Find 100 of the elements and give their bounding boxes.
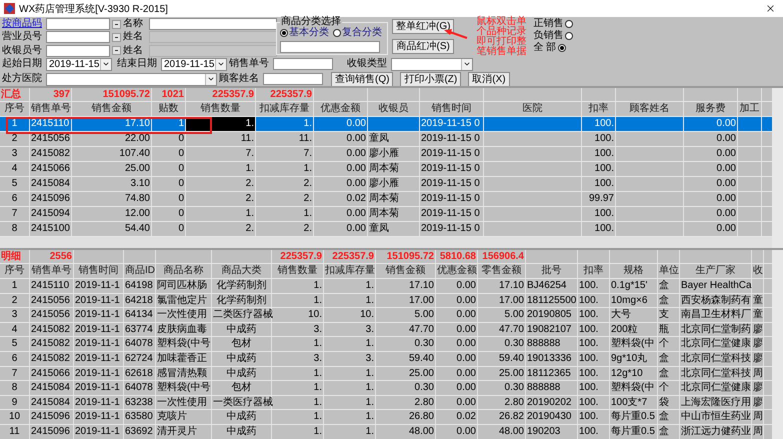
table-cell: 南昌卫生材料厂 [680, 308, 752, 322]
table-row[interactable]: 4 2415082 2019-11-1 63774 皮肤病血毒 中成药 3. 3. 47.70 0.00 47.70 19082107 100. 200粒 瓶 北京同仁堂制药 廖 [0, 322, 772, 338]
table-cell: 1. [186, 207, 256, 221]
table-row[interactable]: 5 2415082 2019-11-1 64078 塑料袋(中号 包材 1. 1. 0.30 0.00 0.30 888888 100. 塑料袋(中 个 北京同仁堂健康 廖 [0, 337, 772, 352]
table-row[interactable]: 6 2415096 74.80 0 2. 2. 0.02 周本菊 2019-11-15 0 99.97 0.00 [0, 192, 772, 207]
table-row[interactable]: 9 2415084 2019-11-1 63238 一次性使用 一类医疗器械 1. 1. 2.80 0.00 2.80 20190202 100. 100支*7 袋 上海宏隆医疗用 廖 [0, 396, 772, 410]
column-header[interactable]: 商品名称 [156, 264, 212, 278]
radio-button[interactable] [333, 28, 341, 36]
table-row[interactable]: 1 2415110 17.10 1 1. 1. 0.00 2019-11-15 0 100. 0.00 [0, 117, 772, 132]
column-header[interactable]: 顾客姓名 [616, 102, 684, 116]
table-cell: 包材 [212, 381, 272, 395]
table-row[interactable]: 7 2415066 2019-11-1 62618 感冒清热颗 中成药 1. 1. 25.00 0.00 25.00 18112365 100. 12g*10 盒 北京同仁堂科技 周 [0, 366, 772, 382]
table-cell: 888888 [526, 381, 578, 395]
table-cell: 2 [0, 294, 30, 308]
column-header[interactable]: 销售单号 [30, 102, 72, 116]
column-header[interactable]: 销售数量 [272, 264, 324, 278]
input-field[interactable] [280, 41, 380, 53]
column-header[interactable]: 销售数量 [186, 102, 256, 116]
table-cell: 廖 [752, 381, 764, 395]
column-header[interactable]: 服务费 [684, 102, 738, 116]
action-button[interactable]: 查询销售(Q) [331, 72, 394, 86]
table-cell: 1. [272, 366, 324, 380]
table-row[interactable]: 2 2415056 2019-11-1 64218 氯雷他定片 化学药制剂 1. 1. 17.00 0.00 17.00 181125500 100. 10mg×6 盒 西安杨森制药有 童 [0, 294, 772, 308]
table-cell: 100. [578, 322, 610, 336]
table-row[interactable]: 8 2415084 2019-11-1 64078 塑料袋(中号 包材 1. 1. 0.30 0.00 0.30 888888 100. 塑料袋(中 个 北京同仁堂健康 廖 [0, 381, 772, 396]
column-header[interactable]: 批号 [526, 264, 578, 278]
dropdown-field[interactable] [391, 58, 473, 70]
table-cell: 2.80 [376, 396, 436, 410]
table-row[interactable]: 2 2415056 22.00 0 11. 11. 0.00 童凤 2019-11-15 0 100. 0.00 [0, 132, 772, 147]
close-icon [764, 3, 776, 14]
field-link[interactable]: 按商品码 [2, 18, 44, 30]
table-cell: 2019-11-1 [74, 337, 124, 351]
table-row[interactable]: 6 2415082 2019-11-1 62724 加味藿香正 中成药 3. 3. 59.40 0.00 59.40 19013336 100. 9g*10丸 盒 北京同仁堂科技 廖 [0, 352, 772, 367]
table-cell: 瓶 [658, 322, 680, 336]
column-header[interactable]: 商品大类 [212, 264, 272, 278]
column-header[interactable]: 规格 [610, 264, 658, 278]
column-header[interactable]: 收银员 [368, 102, 420, 116]
input-field[interactable] [46, 31, 110, 44]
radio-button[interactable] [565, 20, 574, 28]
table-cell: 0.30 [376, 381, 436, 395]
column-header[interactable]: 序号 [0, 264, 30, 278]
column-header[interactable]: 序号 [0, 102, 30, 116]
vertical-scrollbar[interactable] [772, 250, 783, 439]
table-row[interactable]: 5 2415084 3.10 0 2. 2. 0.00 廖小雁 2019-11-15 0 100. 0.00 [0, 177, 772, 192]
radio-button[interactable] [280, 28, 288, 36]
input-field[interactable] [263, 73, 323, 85]
table-cell: 周本菊 [368, 162, 420, 176]
table-row[interactable]: 7 2415094 12.00 0 1. 1. 0.00 周本菊 2019-11-15 0 100. 0.00 [0, 207, 772, 222]
table-row[interactable]: 8 2415100 54.40 0 2. 2. 0.00 童凤 2019-11-15 0 100. 0.00 [0, 222, 772, 237]
column-header[interactable]: 扣减库存量 [324, 264, 376, 278]
table-cell: 一次性使用 [156, 308, 212, 322]
dropdown-field[interactable] [46, 72, 217, 86]
table-cell: 25.00 [72, 162, 152, 176]
column-header[interactable]: 销售时间 [74, 264, 124, 278]
input-field[interactable] [273, 58, 333, 70]
column-header[interactable]: 扣率 [578, 264, 610, 278]
table-cell: 18112365 [526, 366, 578, 380]
column-header[interactable]: 收 [752, 264, 764, 278]
vertical-scrollbar[interactable] [772, 88, 783, 248]
action-button[interactable]: 取消(X) [468, 72, 510, 86]
column-header[interactable]: 加工 [738, 102, 762, 116]
action-button[interactable]: 打印小票(Z) [400, 72, 462, 86]
column-header[interactable]: 生产厂家 [680, 264, 752, 278]
table-cell: 中成药 [212, 366, 272, 380]
column-header[interactable]: 销售时间 [420, 102, 484, 116]
column-header[interactable]: 单位 [658, 264, 680, 278]
column-header[interactable]: 零售金额 [478, 264, 526, 278]
table-cell: 2415096 [30, 424, 74, 439]
table-cell: 6 [0, 192, 30, 206]
column-header[interactable]: 优惠金额 [314, 102, 368, 116]
column-header[interactable]: 销售单号 [30, 264, 74, 278]
table-row[interactable]: 3 2415082 107.40 0 7. 7. 0.00 廖小雁 2019-11-15 0 100. 0.00 [0, 147, 772, 162]
reversal-button[interactable]: 商品红冲(S) [392, 39, 454, 54]
table-cell: 塑料袋(中号 [156, 337, 212, 351]
total-value: 225357.9 [186, 88, 256, 101]
table-cell: 25.00 [478, 366, 526, 380]
column-header[interactable]: 商品ID [124, 264, 156, 278]
input-field[interactable] [46, 44, 110, 57]
input-field[interactable] [149, 18, 277, 30]
table-row[interactable]: 3 2415056 2019-11-1 64134 一次性使用 二类医疗器械 10. 10. 5.00 0.00 5.00 20190805 100. 大号 支 南昌卫生材料厂 童 [0, 308, 772, 323]
table-row[interactable]: 1 2415110 2019-11-1 64198 阿司匹林肠 化学药制剂 1. 1. 17.10 0.00 17.10 BJ46254 100. 0.1g*15' 盒 Bayer HealthCa [0, 279, 772, 294]
column-header[interactable]: 贴数 [152, 102, 186, 116]
reversal-button[interactable]: 整单红冲(G) [392, 19, 454, 34]
column-header[interactable]: 扣率 [582, 102, 616, 116]
radio-button[interactable] [558, 44, 566, 52]
column-header[interactable]: 扣减库存量 [256, 102, 314, 116]
table-row[interactable]: 4 2415066 25.00 0 1. 1. 0.00 周本菊 2019-11-15 0 100. 0.00 [0, 162, 772, 177]
horizontal-scrollbar[interactable] [0, 237, 772, 248]
column-header[interactable]: 销售金额 [72, 102, 152, 116]
date-picker[interactable]: 2019-11-15 [46, 58, 112, 70]
table-cell: 12g*10 [610, 366, 658, 380]
date-picker[interactable]: 2019-11-15 [161, 58, 227, 70]
table-row[interactable]: 10 2415096 2019-11-1 63580 克咳片 中成药 1. 1. 26.80 0.02 26.82 20190430 100. 每片重0.5 盒 中山市恒生药业 周 [0, 410, 772, 425]
input-field[interactable] [46, 18, 110, 30]
radio-button[interactable] [565, 32, 574, 40]
table-cell: 0.00 [314, 117, 368, 131]
column-header[interactable]: 销售金额 [376, 264, 436, 278]
column-header[interactable]: 医院 [484, 102, 582, 116]
column-header[interactable]: 优惠金额 [436, 264, 478, 278]
table-cell: 47.70 [478, 322, 526, 336]
